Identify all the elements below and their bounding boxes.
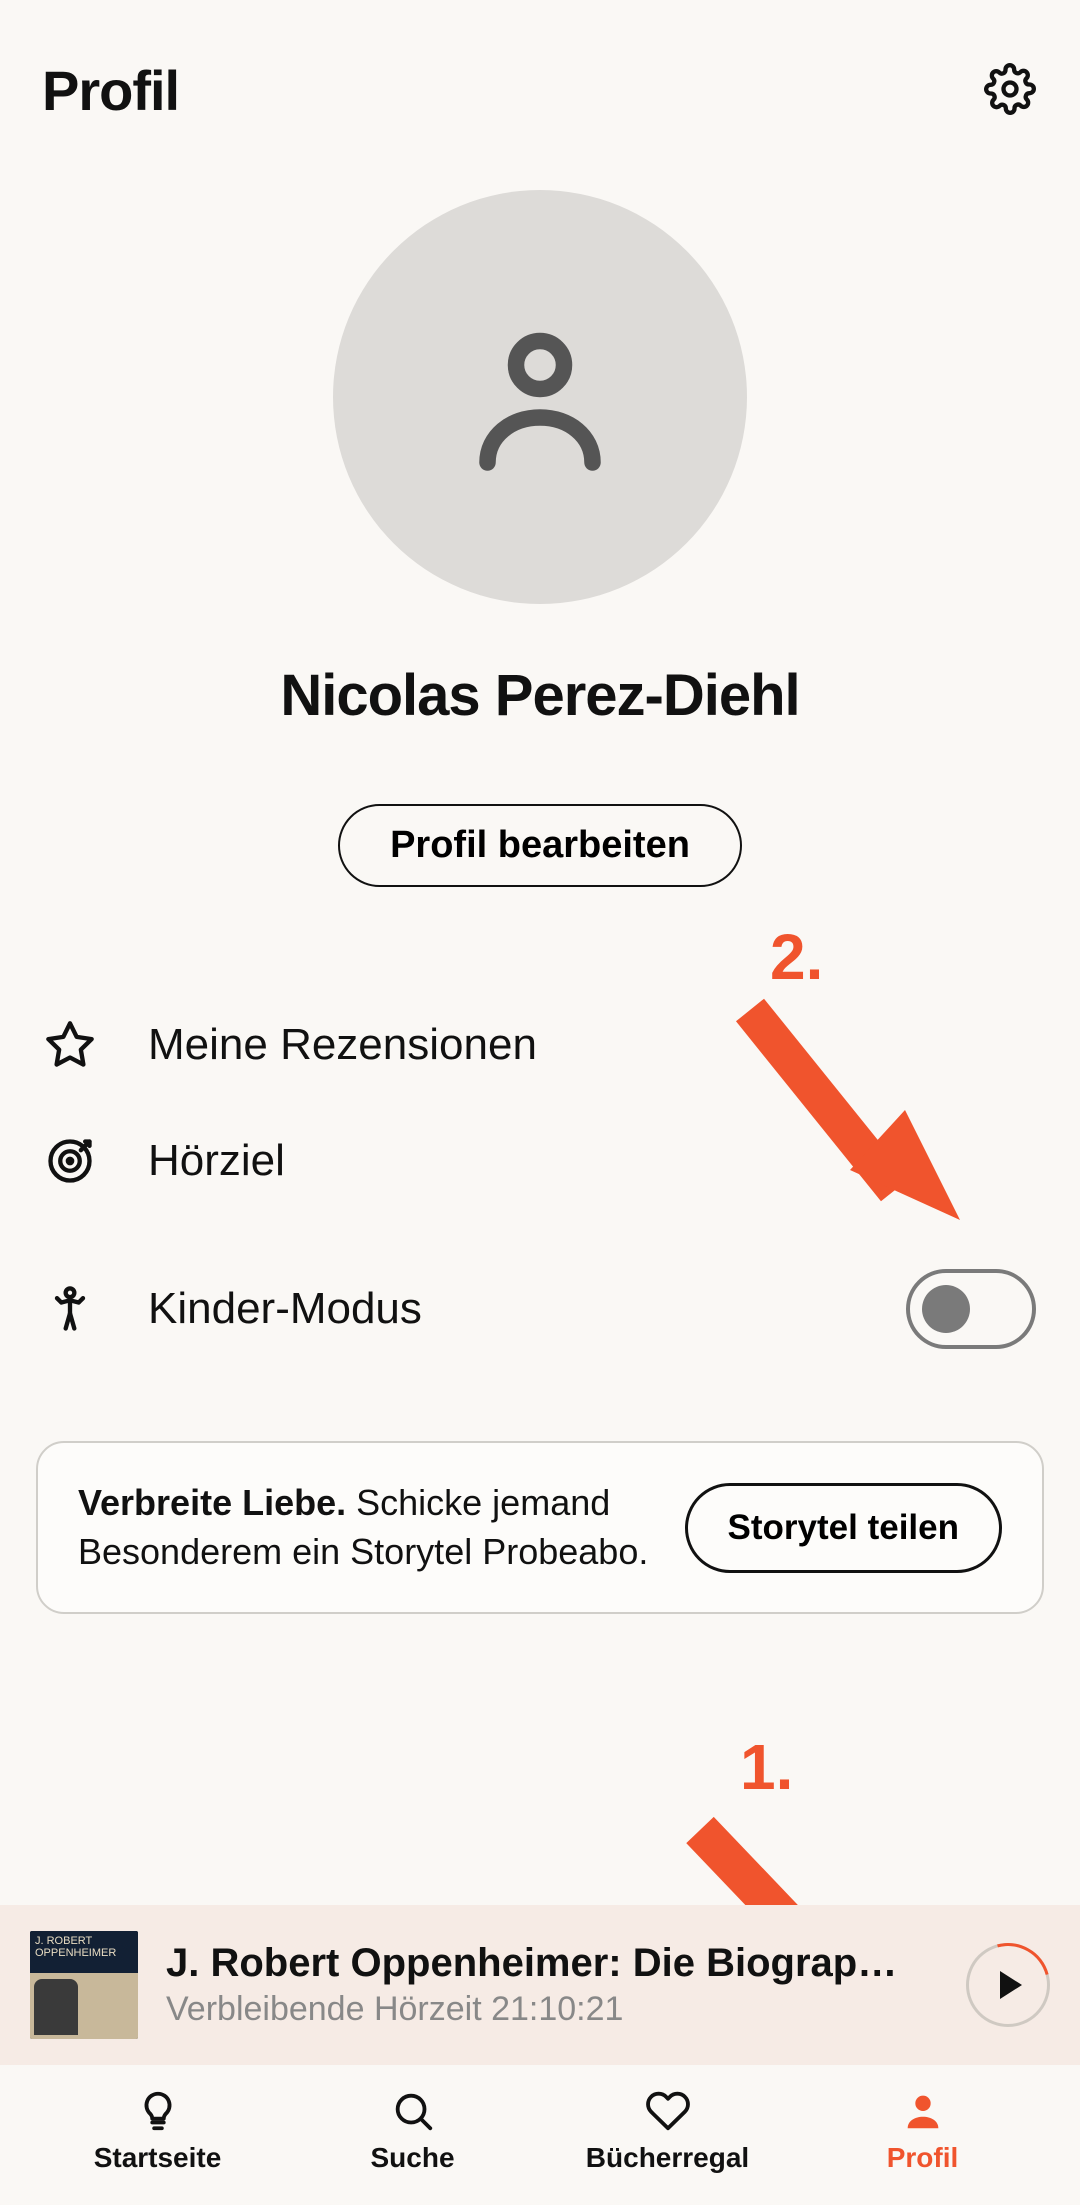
player-info: J. Robert Oppenheimer: Die Biograp… Verb…: [166, 1941, 938, 2029]
menu-item-goal[interactable]: Hörziel: [44, 1103, 1036, 1219]
menu-list: Meine Rezensionen Hörziel: [0, 987, 1080, 1381]
player-subtitle: Verbleibende Hörzeit 21:10:21: [166, 1990, 938, 2029]
nav-shelf[interactable]: Bücherregal: [540, 2088, 795, 2174]
nav-home[interactable]: Startseite: [30, 2088, 285, 2174]
menu-label-goal: Hörziel: [148, 1136, 1036, 1186]
book-cover-title: J. ROBERT OPPENHEIMER: [30, 1931, 138, 1973]
lightbulb-icon: [135, 2088, 181, 2134]
mini-player[interactable]: J. ROBERT OPPENHEIMER J. Robert Oppenhei…: [0, 1905, 1080, 2065]
nav-label-profile: Profil: [887, 2142, 959, 2174]
screen: Profil Nicolas Perez-Diehl Profil bearbe…: [0, 0, 1080, 2205]
profile-section: Nicolas Perez-Diehl Profil bearbeiten: [0, 140, 1080, 887]
settings-button[interactable]: [982, 62, 1038, 118]
profile-name: Nicolas Perez-Diehl: [280, 662, 799, 729]
share-text-bold: Verbreite Liebe.: [78, 1482, 346, 1523]
share-text: Verbreite Liebe. Schicke jemand Besonder…: [78, 1479, 655, 1576]
star-icon: [44, 1019, 96, 1071]
bottom-nav: Startseite Suche Bücherregal: [0, 2065, 1080, 2205]
nav-search[interactable]: Suche: [285, 2088, 540, 2174]
annotation-1-label: 1.: [740, 1730, 793, 1804]
target-icon: [44, 1135, 96, 1187]
nav-profile[interactable]: Profil: [795, 2088, 1050, 2174]
gear-icon: [984, 63, 1036, 118]
menu-label-kids: Kinder-Modus: [148, 1284, 854, 1334]
share-storytel-button[interactable]: Storytel teilen: [685, 1483, 1002, 1573]
child-icon: [44, 1283, 96, 1335]
header: Profil: [0, 0, 1080, 140]
person-icon: [450, 305, 630, 490]
menu-label-reviews: Meine Rezensionen: [148, 1020, 1036, 1070]
book-cover: J. ROBERT OPPENHEIMER: [30, 1931, 138, 2039]
menu-item-reviews[interactable]: Meine Rezensionen: [44, 987, 1036, 1103]
annotation-2-label: 2.: [770, 920, 823, 994]
progress-arc: [951, 1928, 1066, 2043]
play-button[interactable]: [966, 1943, 1050, 2027]
person-fill-icon: [900, 2088, 946, 2134]
toggle-knob: [922, 1285, 970, 1333]
heart-icon: [645, 2088, 691, 2134]
nav-label-search: Suche: [370, 2142, 454, 2174]
nav-label-home: Startseite: [94, 2142, 222, 2174]
search-icon: [390, 2088, 436, 2134]
edit-profile-button[interactable]: Profil bearbeiten: [338, 804, 742, 887]
page-title: Profil: [42, 58, 179, 123]
menu-item-kids: Kinder-Modus: [44, 1219, 1036, 1381]
player-title: J. Robert Oppenheimer: Die Biograp…: [166, 1941, 938, 1986]
avatar[interactable]: [333, 190, 747, 604]
kids-mode-toggle[interactable]: [906, 1269, 1036, 1349]
nav-label-shelf: Bücherregal: [586, 2142, 749, 2174]
share-card: Verbreite Liebe. Schicke jemand Besonder…: [36, 1441, 1044, 1614]
